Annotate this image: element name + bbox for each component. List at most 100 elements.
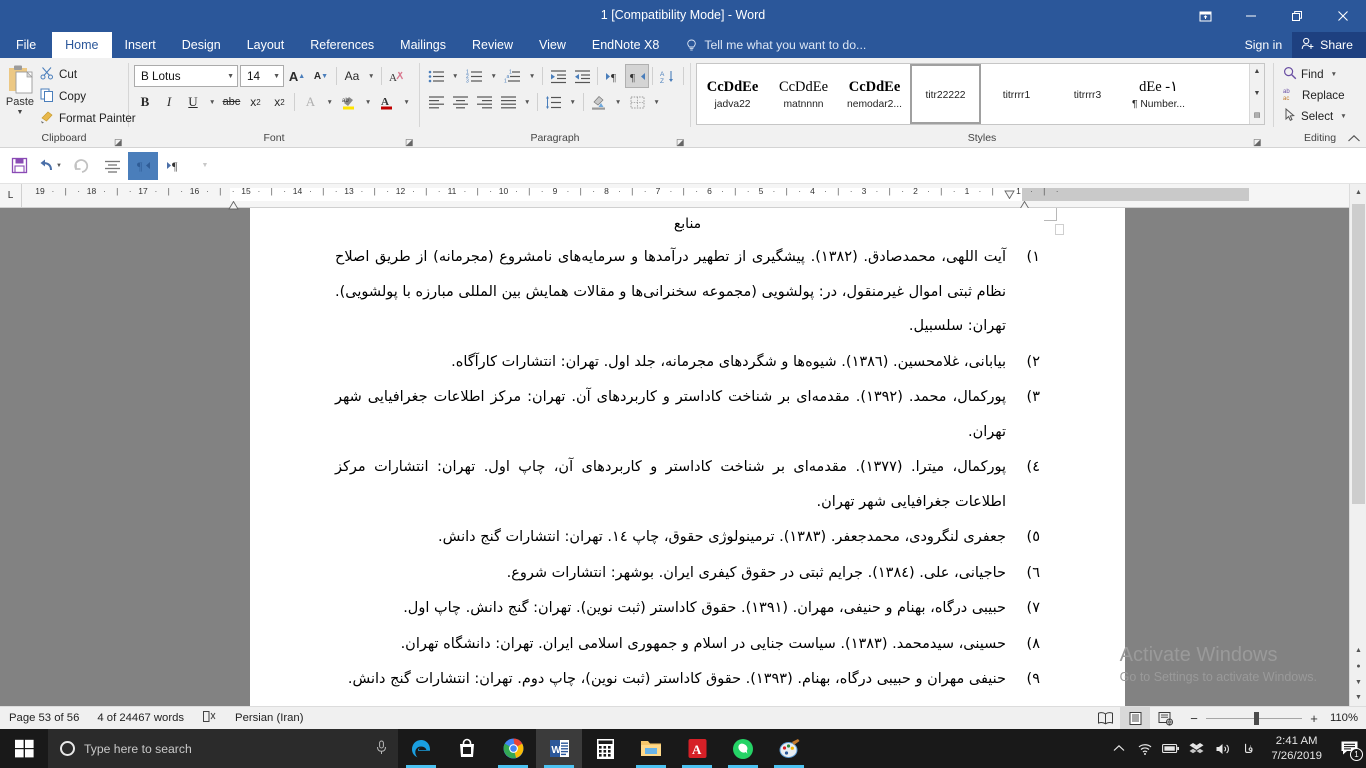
numbering-button[interactable]: 123 bbox=[463, 65, 485, 87]
zoom-slider[interactable] bbox=[1206, 718, 1302, 719]
chevron-down-icon[interactable]: ▼ bbox=[526, 73, 538, 80]
web-layout-view-button[interactable] bbox=[1150, 707, 1180, 730]
zoom-level-button[interactable]: 110% bbox=[1328, 712, 1366, 724]
align-left-button[interactable] bbox=[425, 91, 447, 113]
chevron-down-icon[interactable]: ▼ bbox=[323, 99, 335, 106]
vertical-scrollbar[interactable]: ▲ ▲ ● ▼ ▼ bbox=[1349, 184, 1366, 706]
chevron-down-icon[interactable]: ▼ bbox=[206, 99, 218, 106]
select-browse-object-icon[interactable]: ● bbox=[1350, 663, 1366, 670]
align-right-button[interactable] bbox=[473, 91, 495, 113]
taskbar-store[interactable] bbox=[444, 729, 490, 768]
strikethrough-button[interactable]: abc bbox=[220, 91, 242, 113]
chevron-down-icon[interactable]: ▼ bbox=[1328, 71, 1340, 78]
redo-button[interactable] bbox=[66, 152, 96, 180]
paste-button[interactable]: Paste ▼ bbox=[5, 62, 35, 116]
customize-quick-access-toolbar-button[interactable]: ▼ bbox=[190, 152, 220, 180]
font-size-box[interactable]: 14 ▼ bbox=[240, 65, 284, 87]
undo-button[interactable]: ▼ bbox=[35, 152, 65, 180]
taskbar-word[interactable]: W bbox=[536, 729, 582, 768]
battery-icon[interactable] bbox=[1158, 729, 1184, 768]
taskbar-calculator[interactable] bbox=[582, 729, 628, 768]
chevron-down-icon[interactable]: ▼ bbox=[566, 99, 578, 106]
restore-button[interactable] bbox=[1274, 0, 1320, 32]
document-page[interactable]: منابع ١)آیت اللهی، محمدصادق. (١٣٨٢). پیش… bbox=[250, 208, 1125, 706]
superscript-button[interactable]: x2 bbox=[268, 91, 290, 113]
right-to-left-text-direction-button[interactable]: ¶ bbox=[626, 65, 648, 87]
microphone-icon[interactable] bbox=[375, 740, 388, 758]
style-item[interactable]: CcDdEe matnnnn bbox=[768, 64, 839, 124]
chevron-down-icon[interactable]: ▼ bbox=[365, 73, 377, 80]
scroll-down-icon[interactable]: ▼ bbox=[1350, 689, 1366, 706]
clipboard-dialog-launcher[interactable]: ◪ bbox=[114, 137, 124, 147]
taskbar-paint[interactable] bbox=[766, 729, 812, 768]
change-case-button[interactable]: Aa bbox=[341, 65, 363, 87]
rtl-text-direction-button[interactable]: ¶ bbox=[128, 152, 158, 180]
chevron-down-icon[interactable]: ▼ bbox=[521, 99, 533, 106]
text-effects-button[interactable]: A bbox=[299, 91, 321, 113]
zoom-slider-thumb[interactable] bbox=[1254, 712, 1259, 725]
page-number-status[interactable]: Page 53 of 56 bbox=[0, 707, 88, 730]
align-center-button[interactable] bbox=[97, 152, 127, 180]
chevron-down-icon[interactable]: ▼ bbox=[1337, 113, 1349, 120]
language-status[interactable]: Persian (Iran) bbox=[226, 707, 312, 730]
style-item[interactable]: dEe -١ ¶ Number... bbox=[1123, 64, 1194, 124]
start-button[interactable] bbox=[0, 729, 48, 768]
first-line-indent-marker[interactable] bbox=[1004, 186, 1015, 204]
minimize-button[interactable] bbox=[1228, 0, 1274, 32]
font-dialog-launcher[interactable]: ◪ bbox=[405, 137, 415, 147]
taskbar-search[interactable]: Type here to search bbox=[48, 729, 398, 768]
previous-page-icon[interactable]: ▲ bbox=[1350, 647, 1366, 654]
tab-view[interactable]: View bbox=[526, 32, 579, 58]
clock[interactable]: 2:41 AM 7/26/2019 bbox=[1261, 729, 1332, 768]
replace-button[interactable]: abac Replace bbox=[1279, 85, 1354, 105]
style-item[interactable]: CcDdEe nemodar2... bbox=[839, 64, 910, 124]
chevron-down-icon[interactable]: ▼ bbox=[362, 99, 374, 106]
more-styles-icon[interactable]: ▤ bbox=[1251, 109, 1264, 123]
bold-button[interactable]: B bbox=[134, 91, 156, 113]
chevron-down-icon[interactable]: ▼ bbox=[449, 73, 461, 80]
ltr-text-direction-button[interactable]: ¶ bbox=[159, 152, 189, 180]
shading-button[interactable] bbox=[588, 91, 610, 113]
scroll-up-icon[interactable]: ▲ bbox=[1350, 184, 1366, 201]
style-item-selected[interactable]: titr22222 bbox=[910, 64, 981, 124]
chevron-down-icon[interactable]: ▼ bbox=[56, 163, 62, 169]
taskbar-acrobat[interactable]: A bbox=[674, 729, 720, 768]
style-item[interactable]: titrrrr1 bbox=[981, 64, 1052, 124]
collapse-ribbon-button[interactable] bbox=[1347, 134, 1361, 146]
proofing-status[interactable] bbox=[193, 707, 226, 730]
zoom-in-button[interactable]: + bbox=[1308, 711, 1320, 726]
taskbar-whatsapp[interactable] bbox=[720, 729, 766, 768]
styles-dialog-launcher[interactable]: ◪ bbox=[1253, 137, 1263, 147]
style-item[interactable]: titrrrr3 bbox=[1052, 64, 1123, 124]
line-and-paragraph-spacing-button[interactable] bbox=[542, 91, 564, 113]
dropbox-icon[interactable] bbox=[1184, 729, 1210, 768]
scrollbar-thumb[interactable] bbox=[1352, 204, 1365, 504]
show-hidden-icons-button[interactable] bbox=[1106, 729, 1132, 768]
taskbar-edge[interactable] bbox=[398, 729, 444, 768]
scroll-up-icon[interactable]: ▲ bbox=[1251, 65, 1264, 79]
taskbar-chrome[interactable] bbox=[490, 729, 536, 768]
ribbon-display-options-button[interactable] bbox=[1182, 0, 1228, 32]
sign-in-button[interactable]: Sign in bbox=[1235, 32, 1293, 58]
tab-references[interactable]: References bbox=[297, 32, 387, 58]
italic-button[interactable]: I bbox=[158, 91, 180, 113]
font-name-box[interactable]: B Lotus ▼ bbox=[134, 65, 238, 87]
bullets-button[interactable] bbox=[425, 65, 447, 87]
volume-icon[interactable] bbox=[1210, 729, 1236, 768]
select-button[interactable]: Select ▼ bbox=[1279, 106, 1354, 126]
tell-me-search[interactable]: Tell me what you want to do... bbox=[672, 32, 876, 58]
chevron-down-icon[interactable]: ▼ bbox=[612, 99, 624, 106]
find-button[interactable]: Find ▼ bbox=[1279, 64, 1354, 84]
format-painter-button[interactable]: Format Painter bbox=[35, 108, 141, 128]
action-center-button[interactable]: 1 bbox=[1332, 729, 1366, 768]
tab-endnote[interactable]: EndNote X8 bbox=[579, 32, 672, 58]
sort-button[interactable]: AZ bbox=[657, 65, 679, 87]
tab-insert[interactable]: Insert bbox=[112, 32, 169, 58]
tab-mailings[interactable]: Mailings bbox=[387, 32, 459, 58]
close-button[interactable] bbox=[1320, 0, 1366, 32]
read-mode-view-button[interactable] bbox=[1090, 707, 1120, 730]
next-page-icon[interactable]: ▼ bbox=[1350, 679, 1366, 686]
underline-button[interactable]: U bbox=[182, 91, 204, 113]
styles-scrollbar[interactable]: ▲ ▼ ▤ bbox=[1249, 64, 1264, 124]
tab-review[interactable]: Review bbox=[459, 32, 526, 58]
